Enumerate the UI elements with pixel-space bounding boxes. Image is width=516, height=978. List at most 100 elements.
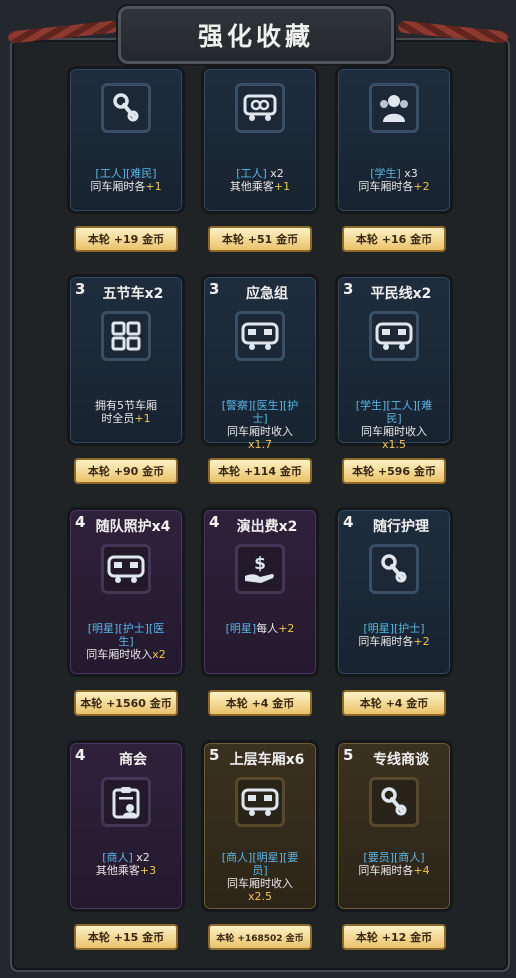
reward-badge: 本轮 +16 金币 [342,226,446,252]
description-text: x2 [266,167,284,180]
wrench-icon [369,544,419,594]
svg-text:$: $ [254,554,266,574]
role-tag: [商人] [102,851,133,864]
card-description: [工人][难民] 同车厢时各+1 [74,167,178,193]
description-line: [明星][护士] [342,622,446,635]
card-c2[interactable]: [工人] x2 其他乘客+1 [201,66,319,214]
description-text: 每人 [256,622,279,635]
train-link-icon [235,83,285,133]
bonus-value: x2 [152,648,166,661]
description-line: 同车厢时收入 [208,877,312,890]
role-tag: 民] [386,412,402,425]
description-text: 同车厢时收入 [86,648,153,661]
description-line: 其他乘客+3 [74,864,178,877]
card-description: [学生] x3 同车厢时各+2 [342,167,446,193]
card-name: 五节车x2 [102,286,164,302]
train-car-icon [235,777,285,827]
card-name: 随行护理 [373,519,429,535]
bonus-value: x1.5 [381,438,406,451]
description-line: 同车厢时各+1 [74,180,178,193]
description-line: 员] [208,864,312,877]
description-text: 拥有5节车厢 [95,399,157,412]
description-line: 同车厢时各+4 [342,864,446,877]
page-title: 强化收藏 [197,22,314,51]
description-text: 同车厢时各 [358,635,414,648]
bonus-value: +1 [134,412,151,425]
card-name: 应急组 [246,286,288,302]
description-line: 同车厢时收入x2 [74,648,178,661]
card-c6[interactable]: 3 平民线x2 [学生][工人][难 民] 同车厢时收入 x1.5 [335,274,453,451]
description-line: [警察][医生][护 [208,399,312,412]
card-name: 随队照护x4 [95,519,171,535]
card-description: [工人] x2 其他乘客+1 [208,167,312,193]
description-text: 其他乘客 [95,864,140,877]
description-line: [学生][工人][难 [342,399,446,412]
description-line: [工人] x2 [208,167,312,180]
description-line: 时全员+1 [74,412,178,425]
reward-badge: 本轮 +4 金币 [208,690,312,716]
card-c3[interactable]: [学生] x3 同车厢时各+2 [335,66,453,214]
role-tag: [要员][商人] [363,851,425,864]
reward-badge: 本轮 +51 金币 [208,226,312,252]
description-line: 民] [342,412,446,425]
role-tag: 士] [252,412,268,425]
card-c12[interactable]: 5 专线商谈 [要员][商人] 同车厢时各+4 [335,740,453,912]
description-line: 其他乘客+1 [208,180,312,193]
bonus-value: +4 [413,864,430,877]
bonus-value: x1.7 [247,438,272,451]
card-description: [商人] x2 其他乘客+3 [74,851,178,877]
card-description: [明星][护士][医 生] 同车厢时收入x2 [74,622,178,661]
card-c1[interactable]: [工人][难民] 同车厢时各+1 [67,66,185,214]
role-tag: [工人] [236,167,267,180]
card-description: [商人][明星][要 员] 同车厢时收入 x2.5 [208,851,312,903]
role-tag: [明星][护士][医 [87,622,165,635]
train-car-icon [101,544,151,594]
description-line: 同车厢时收入 [342,425,446,438]
bonus-value: +2 [278,622,295,635]
role-tag: [明星] [225,622,257,635]
reward-badge: 本轮 +15 金币 [74,924,178,950]
description-text: 同车厢时收入 [227,877,293,890]
bonus-value: x2.5 [247,890,272,903]
description-text: 同车厢时收入 [361,425,427,438]
description-text: 时全员 [101,412,135,425]
reward-badge: 本轮 +4 金币 [342,690,446,716]
description-line: x1.5 [342,438,446,451]
card-c11[interactable]: 5 上层车厢x6 [商人][明星][要 员] 同车厢时收入 x2.5 [201,740,319,912]
title-plate: 强化收藏 [118,6,394,64]
description-text: 同车厢时各 [90,180,146,193]
description-line: [明星][护士][医 [74,622,178,635]
description-line: [明星]每人+2 [208,622,312,635]
role-tag: [商人][明星][要 [221,851,299,864]
card-name: 演出费x2 [236,519,298,535]
card-c5[interactable]: 3 应急组 [警察][医生][护 士] 同车厢时收入 x1.7 [201,274,319,451]
card-c7[interactable]: 4 随队照护x4 [明星][护士][医 生] 同车厢时收入x2 [67,507,185,677]
wrench-icon [101,83,151,133]
description-line: [学生] x3 [342,167,446,180]
card-description: 拥有5节车厢 时全员+1 [74,399,178,425]
description-line: 同车厢时各+2 [342,180,446,193]
train-car-icon [369,311,419,361]
clipboard-user-icon [101,777,151,827]
description-line: 同车厢时收入 [208,425,312,438]
reward-badge: 本轮 +168502 金币 [208,924,312,950]
card-name: 商会 [119,752,147,768]
card-c4[interactable]: 3 五节车x2 拥有5节车厢 时全员+1 [67,274,185,446]
description-line: x1.7 [208,438,312,451]
role-tag: [学生][工人][难 [355,399,433,412]
description-line: [商人][明星][要 [208,851,312,864]
card-c8[interactable]: 4 演出费x2 $ [明星]每人+2 [201,507,319,677]
reward-badge: 本轮 +114 金币 [208,458,312,484]
card-description: [明星][护士] 同车厢时各+2 [342,622,446,648]
description-text: 同车厢时各 [358,180,414,193]
role-tag: [警察][医生][护 [221,399,299,412]
description-text: 其他乘客 [229,180,274,193]
card-description: [明星]每人+2 [208,622,312,635]
card-c9[interactable]: 4 随行护理 [明星][护士] 同车厢时各+2 [335,507,453,677]
wrench-icon [369,777,419,827]
card-name: 平民线x2 [370,286,432,302]
card-description: [警察][医生][护 士] 同车厢时收入 x1.7 [208,399,312,451]
card-description: [要员][商人] 同车厢时各+4 [342,851,446,877]
card-c10[interactable]: 4 商会 [商人] x2 其他乘客+3 [67,740,185,912]
people-group-icon [369,83,419,133]
